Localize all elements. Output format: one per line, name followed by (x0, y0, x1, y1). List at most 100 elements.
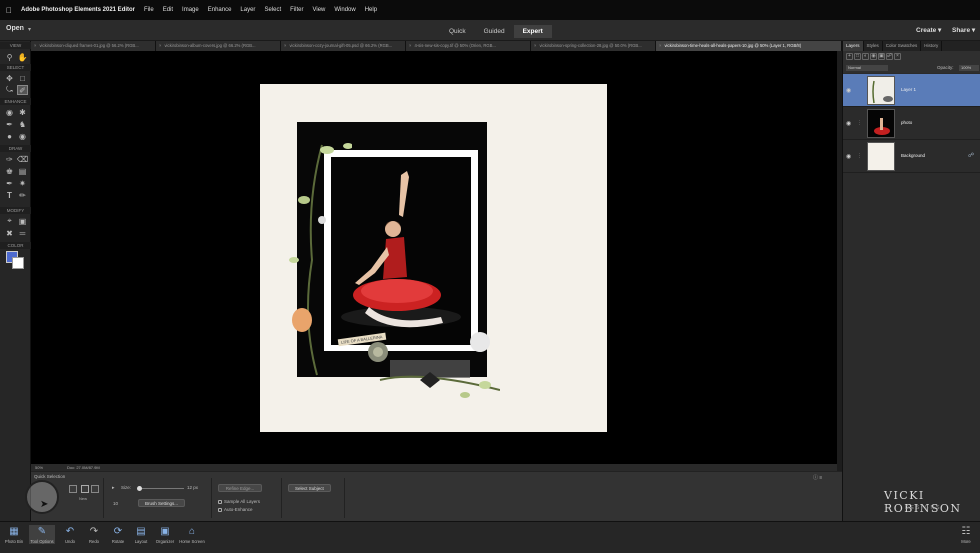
undo-button[interactable]: ↶ Undo (57, 525, 83, 544)
menu-file[interactable]: File (144, 7, 154, 13)
gradient-tool-icon[interactable]: ▤ (17, 166, 28, 176)
opacity-input[interactable]: 100% (959, 65, 979, 71)
menu-image[interactable]: Image (182, 7, 199, 13)
eye-tool-icon[interactable]: ◉ (4, 107, 15, 117)
tab-history[interactable]: History (921, 41, 943, 51)
auto-enhance-checkbox[interactable] (218, 507, 222, 512)
mode-quick[interactable]: Quick (440, 25, 475, 38)
organizer-button[interactable]: ▣ Organizer (152, 525, 178, 544)
close-icon[interactable]: × (534, 43, 536, 48)
more-button[interactable]: ☷ More (953, 525, 979, 544)
share-button[interactable]: Share ▾ (952, 26, 975, 34)
close-icon[interactable]: × (159, 43, 161, 48)
document-tab[interactable]: × 4-sis-new-sis-copy.tif @ 50% (Orien, RG… (406, 41, 531, 51)
menu-view[interactable]: View (312, 7, 325, 13)
content-aware-move-icon[interactable]: ✖ (4, 228, 15, 238)
crop-tool-icon[interactable]: ⌖ (4, 216, 15, 226)
eraser-tool-icon[interactable]: ⌫ (17, 154, 28, 164)
background-color-swatch[interactable] (12, 257, 24, 269)
zoom-tool-icon[interactable]: ⚲ (4, 52, 15, 62)
eye-icon[interactable]: ◉ (846, 87, 851, 94)
tab-styles[interactable]: Styles (864, 41, 883, 51)
layer-name[interactable]: photo (901, 120, 912, 125)
layer-name[interactable]: Background (901, 153, 925, 158)
menu-filter[interactable]: Filter (290, 7, 303, 13)
tab-color-swatches[interactable]: Color Swatches (883, 41, 922, 51)
close-icon[interactable]: × (409, 43, 411, 48)
document-tab[interactable]: × vickirobinson-spring-collection-28.jpg … (531, 41, 656, 51)
clone-stamp-icon[interactable]: ♞ (17, 119, 28, 129)
brush-tool-icon[interactable]: ✑ (4, 154, 15, 164)
tab-layers[interactable]: Layers (843, 41, 864, 51)
lasso-tool-icon[interactable]: ⤿ (4, 85, 15, 95)
size-value[interactable]: 12 px (187, 485, 198, 490)
redo-button[interactable]: ↷ Redo (81, 525, 107, 544)
delete-layer-icon[interactable]: × (894, 53, 901, 60)
lock-transparent-icon[interactable]: ▣ (878, 53, 885, 60)
brush-picker-icon[interactable]: ▸ (112, 485, 115, 491)
document-tab[interactable]: × vickirobinson-album-covers.jpg @ 66.2% … (156, 41, 281, 51)
open-button[interactable]: Open (6, 25, 24, 32)
zoom-level[interactable]: 50% (35, 465, 43, 470)
tool-options-button[interactable]: ✎ Tool Options (29, 525, 55, 544)
marquee-tool-icon[interactable]: □ (17, 73, 28, 83)
subtract-selection-icon[interactable] (91, 485, 99, 493)
brush-settings-button[interactable]: Brush Settings... (138, 499, 186, 507)
recompose-tool-icon[interactable]: ▣ (17, 216, 28, 226)
document-tab-active[interactable]: × vickirobinson-time-heals-all-heals-pape… (656, 41, 842, 51)
close-icon[interactable]: × (659, 43, 661, 48)
custom-shape-icon[interactable]: ✷ (17, 178, 28, 188)
chevron-down-icon[interactable]: ▾ (28, 26, 31, 33)
menu-enhance[interactable]: Enhance (208, 7, 232, 13)
add-to-selection-icon[interactable] (81, 485, 89, 493)
apple-icon[interactable]:  (6, 6, 12, 15)
blend-mode-select[interactable]: Normal (846, 65, 888, 71)
spot-healing-icon[interactable]: ✱ (17, 107, 28, 117)
pencil-tool-icon[interactable]: ✏ (17, 190, 28, 200)
layer-row[interactable]: ◉ ⋮ photo (843, 107, 980, 140)
hand-tool-icon[interactable]: ✋ (17, 52, 28, 62)
link-icon[interactable]: ⋮ (857, 153, 862, 159)
straighten-tool-icon[interactable]: ═ (17, 228, 28, 238)
paint-bucket-icon[interactable]: ♚ (4, 166, 15, 176)
size-slider-handle[interactable] (137, 486, 142, 491)
layer-row[interactable]: ◉ ⋮ Background ☍ (843, 140, 980, 173)
menu-layer[interactable]: Layer (240, 7, 255, 13)
size-slider-track[interactable] (139, 488, 184, 489)
menu-edit[interactable]: Edit (163, 7, 173, 13)
new-layer-icon[interactable]: + (846, 53, 853, 60)
menu-select[interactable]: Select (264, 7, 281, 13)
color-picker-icon[interactable]: ✒ (4, 178, 15, 188)
photo-bin-button[interactable]: ▦ Photo Bin (1, 525, 27, 544)
blur-tool-icon[interactable]: ● (4, 131, 15, 141)
lock-icon[interactable]: ☍ (968, 152, 974, 159)
select-subject-button[interactable]: Select Subject (288, 484, 331, 492)
auto-enhance-row[interactable]: Auto-Enhance (218, 507, 253, 512)
sample-all-layers-row[interactable]: Sample All Layers (218, 499, 260, 504)
smart-brush-icon[interactable]: ✒ (4, 119, 15, 129)
home-screen-button[interactable]: ⌂ Home Screen (177, 525, 207, 544)
close-icon[interactable]: × (284, 43, 286, 48)
layout-button[interactable]: ▤ Layout (128, 525, 154, 544)
document-tab[interactable]: × vickirobinson-cozy-journal-gift-05.psd … (281, 41, 406, 51)
eye-icon[interactable]: ◉ (846, 120, 851, 127)
lock-icon[interactable]: ☍ (886, 53, 893, 60)
adjustment-layer-icon[interactable]: ◐ (862, 53, 869, 60)
mode-expert[interactable]: Expert (513, 25, 552, 38)
refine-edge-button[interactable]: Refine Edge... (218, 484, 262, 492)
menu-help[interactable]: Help (365, 7, 377, 13)
mode-guided[interactable]: Guided (475, 25, 514, 38)
type-tool-icon[interactable]: T (4, 190, 15, 200)
menu-window[interactable]: Window (334, 7, 355, 13)
quick-selection-tool-icon[interactable]: ✐ (17, 85, 28, 95)
layer-row[interactable]: ◉ Layer 1 (843, 74, 980, 107)
close-icon[interactable]: × (34, 43, 36, 48)
move-tool-icon[interactable]: ✥ (4, 73, 15, 83)
eye-icon[interactable]: ◉ (846, 153, 851, 160)
new-group-icon[interactable]: □ (854, 53, 861, 60)
sample-all-layers-checkbox[interactable] (218, 499, 222, 504)
new-selection-icon[interactable] (69, 485, 77, 493)
document-tab[interactable]: × vickirobinson-cliqued frames-01.jpg @ 5… (31, 41, 156, 51)
help-icon[interactable]: ⓘ ≡ (813, 474, 822, 481)
link-icon[interactable]: ⋮ (857, 120, 862, 126)
